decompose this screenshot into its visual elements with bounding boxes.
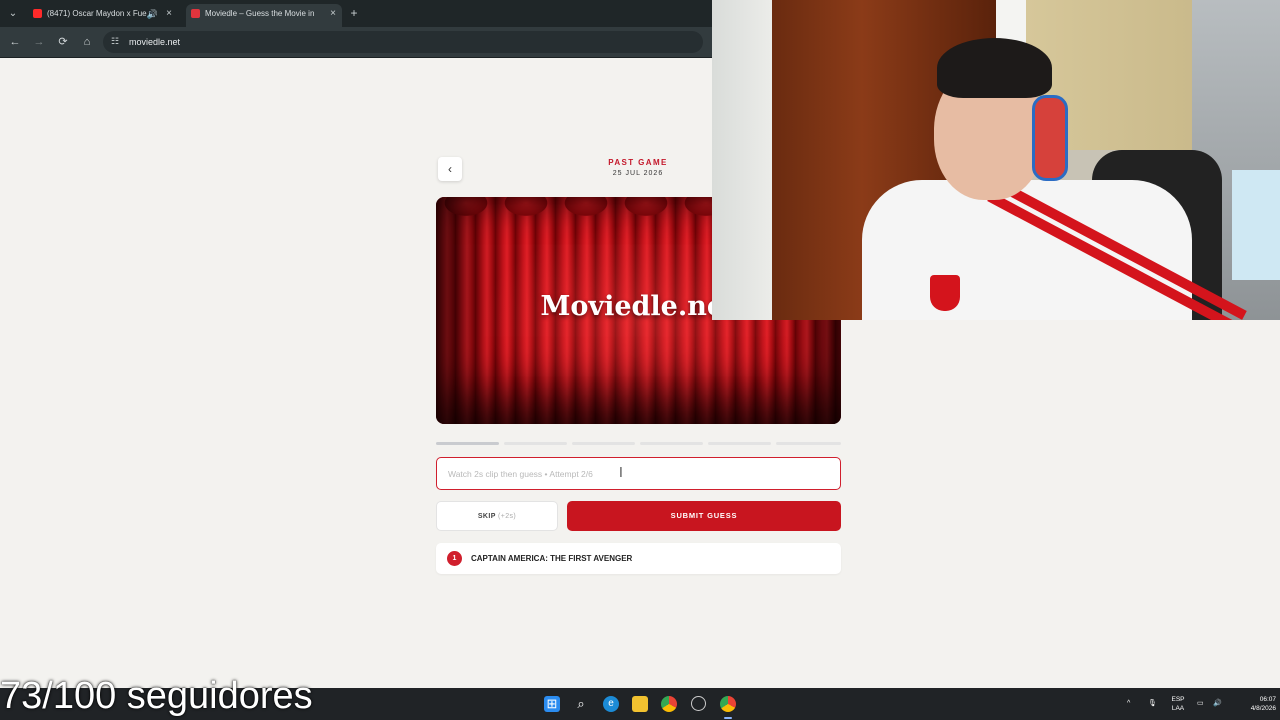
address-bar[interactable]: ☷ moviedle.net <box>103 31 703 53</box>
active-app-indicator <box>724 717 732 719</box>
youtube-favicon-icon <box>33 9 42 18</box>
reload-icon[interactable]: ⟳ <box>55 34 71 50</box>
tab-search-icon[interactable]: ⌄ <box>5 6 21 22</box>
clock-time: 06:07 <box>1259 696 1276 703</box>
clip-progress-bar <box>436 442 841 446</box>
microphone-icon[interactable]: 🎙 <box>1148 688 1157 720</box>
language-code: ESP <box>1171 696 1185 703</box>
tab-youtube[interactable]: (8471) Oscar Maydon x Fue 🔊 × <box>28 4 178 27</box>
speaker-icon[interactable]: 🔊 <box>147 4 158 24</box>
guess-input[interactable] <box>436 457 841 490</box>
progress-segment <box>504 442 567 445</box>
chrome-icon[interactable] <box>661 696 677 712</box>
headphones <box>1032 95 1068 181</box>
follower-goal-overlay: 73/100 seguidores <box>0 675 313 717</box>
url-text: moviedle.net <box>129 37 181 47</box>
chrome-active-icon[interactable] <box>720 696 736 712</box>
clock-date: 4/8/2026 <box>1250 705 1276 712</box>
guess-number-badge: 1 <box>447 551 462 566</box>
submit-guess-button[interactable]: SUBMIT GUESS <box>567 501 841 531</box>
language-indicator[interactable]: ESP LAA <box>1168 695 1188 713</box>
progress-segment <box>776 442 841 445</box>
tab-title: Moviedle – Guess the Movie in <box>205 9 315 18</box>
back-arrow-icon[interactable]: ← <box>7 34 23 50</box>
obs-icon[interactable] <box>691 696 706 711</box>
jersey-crest <box>930 275 960 311</box>
tab-close-icon[interactable]: × <box>166 4 172 24</box>
progress-segment <box>572 442 635 445</box>
edge-icon[interactable]: e <box>603 696 619 712</box>
webcam-overlay <box>712 0 1280 320</box>
windows-start-icon[interactable]: ⊞ <box>544 696 560 712</box>
skip-extra-time: (+2s) <box>498 513 517 520</box>
hair <box>937 38 1052 98</box>
skip-label: SKIP <box>477 513 496 520</box>
guess-title: CAPTAIN AMERICA: THE FIRST AVENGER <box>471 554 633 563</box>
chevron-left-icon: ‹ <box>448 162 452 176</box>
back-button[interactable]: ‹ <box>438 157 462 181</box>
window <box>1232 170 1280 280</box>
search-icon[interactable]: ⌕ <box>573 696 589 712</box>
tab-moviedle[interactable]: Moviedle – Guess the Movie in × <box>186 4 342 27</box>
game-date: 25 JUL 2026 <box>612 170 664 177</box>
moviedle-favicon-icon <box>191 9 200 18</box>
new-tab-button[interactable]: + <box>346 5 362 21</box>
keyboard-layout: LAA <box>1171 705 1185 712</box>
site-info-icon[interactable]: ☷ <box>111 36 122 47</box>
skip-button[interactable]: SKIP (+2s) <box>436 501 558 531</box>
forward-arrow-icon[interactable]: → <box>31 34 47 50</box>
progress-segment <box>708 442 771 445</box>
network-icon[interactable]: ▭ <box>1197 688 1204 720</box>
progress-segment <box>640 442 703 445</box>
text-cursor-icon: I <box>619 466 623 481</box>
file-explorer-icon[interactable] <box>632 696 648 712</box>
tab-title: (8471) Oscar Maydon x Fue <box>47 9 147 18</box>
system-clock[interactable]: 06:07 4/8/2026 <box>1228 695 1276 713</box>
tray-overflow-icon[interactable]: ^ <box>1127 688 1130 720</box>
progress-segment <box>436 442 499 445</box>
past-game-label: PAST GAME <box>608 158 668 167</box>
tab-close-icon[interactable]: × <box>330 4 336 24</box>
home-icon[interactable]: ⌂ <box>79 34 95 50</box>
volume-icon[interactable]: 🔊 <box>1213 688 1222 720</box>
guess-history-item: 1 CAPTAIN AMERICA: THE FIRST AVENGER <box>436 543 841 574</box>
